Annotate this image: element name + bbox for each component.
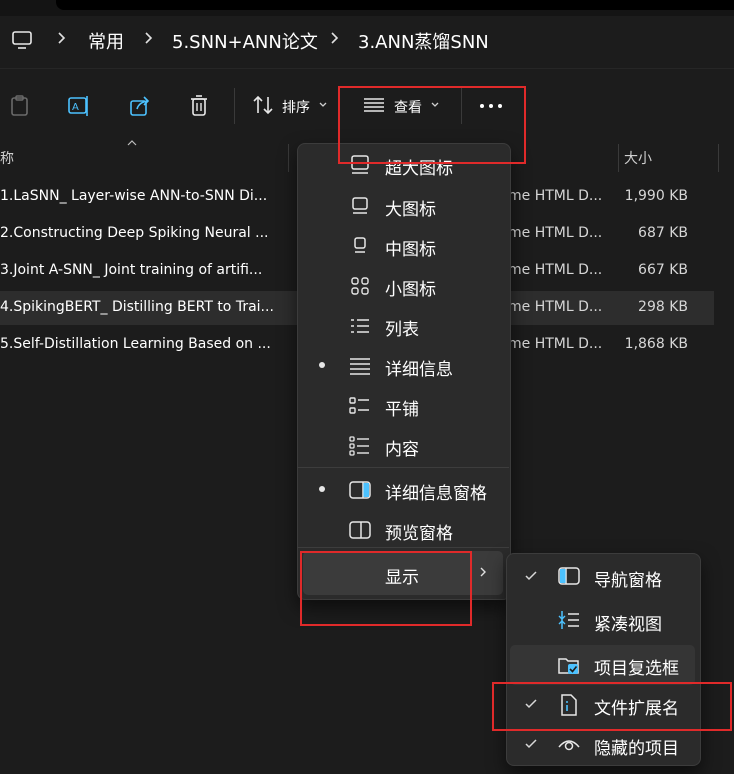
file-size: 298 KB [638,299,688,315]
breadcrumb-item-ann-distill[interactable]: 3.ANN蒸馏SNN [358,28,489,54]
preview-pane-icon [349,520,371,540]
file-size: 1,990 KB [624,188,688,204]
file-size: 1,868 KB [624,336,688,352]
selected-bullet-icon [319,486,325,492]
menu-item-show[interactable]: 显示 [385,563,419,588]
this-pc-icon[interactable] [11,30,33,50]
hidden-items-icon [558,736,580,754]
file-size: 667 KB [638,262,688,278]
chevron-right-icon[interactable] [143,31,153,45]
menu-item-content[interactable]: 内容 [385,435,419,460]
file-name[interactable]: 5.Self-Distillation Learning Based on ..… [0,336,271,352]
toolbar-divider [461,88,462,124]
submenu-item-compact-view[interactable]: 紧凑视图 [594,610,662,635]
sort-ascending-icon [126,140,138,146]
tiles-view-icon [349,396,371,416]
delete-icon[interactable] [188,94,210,118]
menu-separator [297,547,509,548]
chevron-down-icon[interactable] [318,101,328,109]
rename-icon[interactable]: A [67,94,91,118]
file-type: me HTML D... [508,336,603,352]
submenu-item-navigation-pane[interactable]: 导航窗格 [594,566,662,591]
checkmark-icon [524,738,538,750]
menu-item-details[interactable]: 详细信息 [385,355,453,380]
large-icons-icon [349,196,371,216]
content-view-icon [349,436,371,456]
breadcrumb-item-snn-ann[interactable]: 5.SNN+ANN论文 [172,28,318,54]
compact-view-icon [558,610,580,630]
file-name[interactable]: 2.Constructing Deep Spiking Neural ... [0,225,268,241]
list-view-icon [349,316,371,336]
column-header-size[interactable]: 大小 [624,148,652,168]
chevron-down-icon[interactable] [430,101,440,109]
checkmark-icon [524,570,538,582]
menu-item-extra-large-icons[interactable]: 超大图标 [385,154,453,179]
paste-icon[interactable] [9,94,31,118]
chevron-right-icon[interactable] [56,31,66,45]
menu-item-preview-pane[interactable]: 预览窗格 [385,519,453,544]
menu-item-details-pane[interactable]: 详细信息窗格 [385,479,487,504]
checkmark-icon [524,698,538,710]
title-bar-region [56,0,734,10]
menu-item-list[interactable]: 列表 [385,315,419,340]
sort-icon[interactable] [251,94,275,116]
menu-item-medium-icons[interactable]: 中图标 [385,235,436,260]
submenu-item-file-extensions[interactable]: 文件扩展名 [594,694,679,719]
details-view-icon [349,356,371,376]
file-type: me HTML D... [508,262,603,278]
column-divider[interactable] [288,144,289,172]
view-button[interactable]: 查看 [394,97,422,117]
chevron-right-icon[interactable] [329,31,339,45]
file-type: me HTML D... [508,225,603,241]
selected-bullet-icon [319,362,325,368]
chevron-right-icon [478,566,488,578]
file-type: me HTML D... [508,299,603,315]
navigation-pane-icon [558,566,580,586]
file-name[interactable]: 1.LaSNN_ Layer-wise ANN-to-SNN Di... [0,188,267,204]
column-header-name[interactable]: 称 [0,148,14,168]
menu-item-tiles[interactable]: 平铺 [385,395,419,420]
toolbar-divider [234,88,235,124]
column-divider[interactable] [618,144,619,172]
extra-large-icons-icon [349,155,371,175]
menu-item-large-icons[interactable]: 大图标 [385,195,436,220]
medium-icons-icon [349,236,371,256]
view-details-icon[interactable] [362,96,386,114]
column-divider[interactable] [718,144,719,172]
share-icon[interactable] [128,94,152,118]
file-name[interactable]: 4.SpikingBERT_ Distilling BERT to Trai..… [0,299,274,315]
breadcrumb-item-common[interactable]: 常用 [88,28,124,54]
file-name[interactable]: 3.Joint A-SNN_ Joint training of artifi.… [0,262,262,278]
sort-button[interactable]: 排序 [282,97,310,117]
more-options-icon[interactable] [478,103,504,109]
file-extension-icon [560,694,578,716]
small-icons-icon [349,276,371,296]
submenu-item-item-checkboxes[interactable]: 项目复选框 [594,654,679,679]
svg-text:A: A [72,102,79,113]
menu-item-small-icons[interactable]: 小图标 [385,275,436,300]
menu-separator [297,467,509,468]
file-size: 687 KB [638,225,688,241]
submenu-item-hidden-items[interactable]: 隐藏的项目 [594,734,679,759]
item-checkbox-icon [558,655,580,675]
details-pane-icon [349,480,371,500]
file-type: me HTML D... [508,188,603,204]
